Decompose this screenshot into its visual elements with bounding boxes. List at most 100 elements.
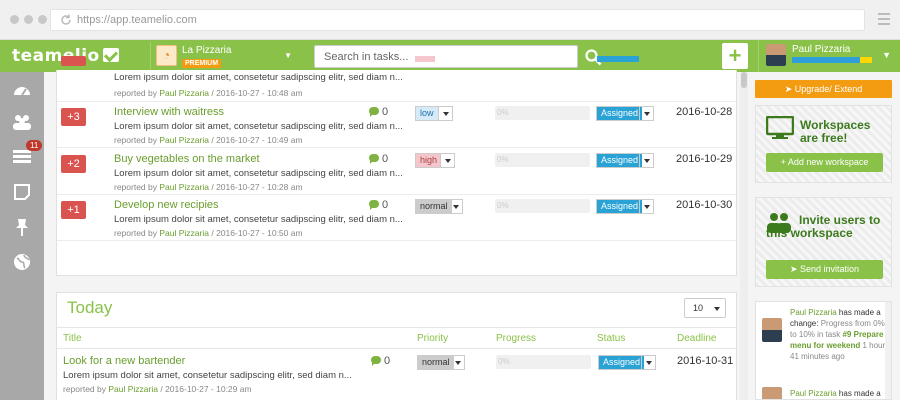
caret-down-icon — [440, 154, 454, 167]
window-controls — [10, 15, 47, 24]
workspaces-promo: Workspaces are free! + Add new workspace — [755, 105, 892, 183]
notes-icon[interactable] — [12, 182, 32, 202]
feed-text: has made a — [838, 389, 881, 398]
task-title-link[interactable]: Buy vegetables on the market — [114, 153, 260, 165]
column-progress[interactable]: Progress — [496, 333, 536, 344]
upgrade-button[interactable]: ➤ Upgrade/ Extend — [755, 80, 892, 98]
task-deadline: 2016-10-28 — [676, 106, 733, 118]
browser-menu-icon[interactable] — [878, 13, 890, 28]
status-select[interactable]: Assigned — [596, 153, 654, 168]
comments-value: 0 — [384, 355, 391, 367]
caret-down-icon — [639, 200, 653, 213]
table-header: Title Priority Progress Status Deadline — [57, 327, 736, 349]
priority-badge: +2 — [61, 155, 86, 173]
priority-badge — [61, 56, 86, 66]
caret-down-icon — [448, 200, 462, 213]
avatar — [762, 387, 782, 399]
progress-bar: 0% — [495, 106, 590, 120]
tasks-card: Lorem ipsum dolor sit amet, consetetur s… — [56, 56, 737, 276]
status-select[interactable]: Assigned — [596, 199, 654, 214]
priority-value: normal — [418, 356, 454, 369]
priority-select[interactable]: low — [415, 106, 453, 121]
task-author-link[interactable]: Paul Pizzaria — [159, 228, 209, 238]
reload-icon[interactable] — [59, 13, 73, 27]
status-select[interactable]: Assigned — [598, 355, 656, 370]
globe-icon[interactable] — [12, 252, 32, 272]
add-workspace-button[interactable]: + Add new workspace — [766, 153, 883, 172]
column-status[interactable]: Status — [597, 333, 625, 344]
notifications-badge: 11 — [26, 140, 43, 151]
send-invitation-button[interactable]: ➤ Send invitation — [766, 260, 883, 279]
task-deadline: 2016-10-31 — [677, 355, 734, 367]
caret-down-icon — [450, 356, 464, 369]
feed-item: Paul Pizzaria has made a — [790, 388, 890, 399]
comments-count[interactable]: 0 — [371, 355, 390, 367]
priority-select[interactable] — [415, 56, 435, 62]
address-bar[interactable]: https://app.teamelio.com — [50, 9, 865, 31]
priority-select[interactable]: normal — [415, 199, 463, 214]
reported-by-label: reported by — [114, 88, 157, 98]
users-icon[interactable] — [12, 112, 32, 132]
comments-value: 0 — [382, 106, 389, 118]
status-select[interactable] — [597, 56, 639, 62]
task-row[interactable]: +2 Buy vegetables on the market Lorem ip… — [57, 149, 736, 195]
task-author-link[interactable]: Paul Pizzaria — [159, 88, 209, 98]
dashboard-icon[interactable] — [12, 81, 32, 101]
window-close-dot[interactable] — [10, 15, 19, 24]
comments-count[interactable]: 0 — [369, 153, 388, 165]
main-scrollbar[interactable] — [740, 72, 748, 400]
column-title[interactable]: Title — [63, 333, 82, 344]
window-maximize-dot[interactable] — [38, 15, 47, 24]
page-size-value: 10 — [693, 303, 704, 313]
send-icon: ➤ — [784, 84, 795, 94]
task-title-link[interactable]: Interview with waitress — [114, 106, 224, 118]
column-deadline[interactable]: Deadline — [677, 333, 716, 344]
task-meta: reported by Paul Pizzaria / 2016-10-27 -… — [114, 135, 303, 145]
left-sidebar: 11 — [0, 72, 44, 400]
pin-icon[interactable] — [12, 217, 32, 237]
task-author-link[interactable]: Paul Pizzaria — [159, 182, 209, 192]
task-date: / 2016-10-27 - 10:48 am — [211, 88, 303, 98]
priority-select[interactable]: high — [415, 153, 455, 168]
task-title-link[interactable]: Look for a new bartender — [63, 355, 185, 367]
task-description: Lorem ipsum dolor sit amet, consetetur s… — [114, 214, 403, 225]
task-title-link[interactable]: Develop new recipies — [114, 199, 219, 211]
send-icon: ➤ — [789, 264, 800, 274]
feed-author[interactable]: Paul Pizzaria — [790, 389, 837, 398]
url-text: https://app.teamelio.com — [77, 14, 197, 26]
feed-scrollbar[interactable] — [885, 302, 891, 399]
activity-feed: Paul Pizzaria has made a change: Progres… — [755, 301, 892, 400]
priority-value: low — [416, 107, 438, 120]
monitor-icon — [766, 116, 794, 139]
status-select[interactable]: Assigned — [596, 106, 654, 121]
reported-by-label: reported by — [114, 228, 157, 238]
user-progress-fill — [792, 57, 860, 63]
caret-down-icon — [641, 356, 655, 369]
send-invitation-label: Send invitation — [800, 264, 860, 274]
scrollbar-thumb[interactable] — [741, 72, 747, 88]
priority-select[interactable]: normal — [417, 355, 465, 370]
comment-icon — [369, 200, 379, 210]
task-row[interactable]: +3 Interview with waitress Lorem ipsum d… — [57, 102, 736, 148]
task-date: / 2016-10-27 - 10:28 am — [211, 182, 303, 192]
comments-count[interactable]: 0 — [369, 106, 388, 118]
task-description: Lorem ipsum dolor sit amet, consetetur s… — [114, 168, 403, 179]
task-meta: reported by Paul Pizzaria / 2016-10-27 -… — [63, 384, 252, 394]
workspace-name: La Pizzaria — [182, 45, 232, 56]
task-row[interactable]: Look for a new bartender Lorem ipsum dol… — [57, 351, 736, 397]
progress-bar: 0% — [496, 355, 591, 369]
task-row[interactable]: Lorem ipsum dolor sit amet, consetetur s… — [57, 56, 736, 102]
user-menu[interactable]: Paul Pizzaria ▼ — [758, 40, 900, 72]
status-value: Assigned — [597, 107, 643, 120]
task-author-link[interactable]: Paul Pizzaria — [108, 384, 158, 394]
task-author-link[interactable]: Paul Pizzaria — [159, 135, 209, 145]
page-size-select[interactable]: 10 — [684, 298, 726, 318]
window-minimize-dot[interactable] — [24, 15, 33, 24]
column-priority[interactable]: Priority — [417, 333, 448, 344]
task-row[interactable]: +1 Develop new recipies Lorem ipsum dolo… — [57, 195, 736, 241]
feed-item: Paul Pizzaria has made a change: Progres… — [790, 307, 890, 362]
invite-promo: Invite users to this workspace ➤ Send in… — [755, 197, 892, 287]
feed-author[interactable]: Paul Pizzaria — [790, 308, 837, 317]
comments-count[interactable]: 0 — [369, 199, 388, 211]
chevron-down-icon: ▼ — [882, 50, 891, 60]
